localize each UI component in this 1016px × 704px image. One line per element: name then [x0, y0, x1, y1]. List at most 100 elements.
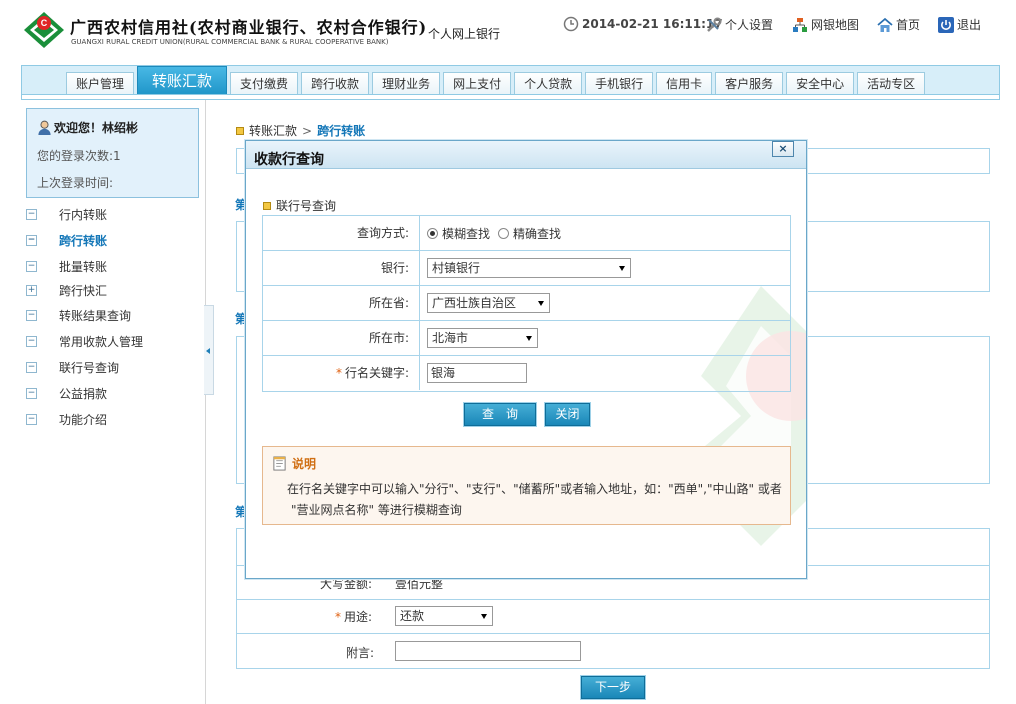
- query-form-table: 查询方式: 模糊查找 精确查找 银行: 村镇银行 所在省: 广西壮族自治区 所在…: [262, 215, 791, 392]
- login-count: 您的登录次数:1: [37, 149, 121, 163]
- purpose-label: * 用途:: [335, 610, 373, 624]
- note-input[interactable]: [395, 641, 581, 661]
- query-button[interactable]: 查 询: [463, 402, 537, 427]
- purpose-select-value: 还款: [400, 609, 425, 623]
- nav-tab-6[interactable]: 个人贷款: [514, 72, 583, 96]
- bullet-icon: [263, 201, 271, 210]
- main-nav: 账户管理 转账汇款 支付缴费 跨行收款 理财业务 网上支付 个人贷款 手机银行 信用卡 客户服务安…: [21, 65, 1000, 100]
- next-step-button[interactable]: 下一步: [580, 675, 646, 700]
- radio-exact[interactable]: [498, 227, 510, 239]
- keyword-label: * 行名关键字:: [335, 366, 409, 380]
- nav-tab-10[interactable]: 安全中心: [786, 72, 855, 96]
- note-icon: [273, 456, 286, 471]
- sidebar-item-label: 功能介绍: [59, 412, 108, 427]
- province-select[interactable]: 广西壮族自治区: [427, 293, 550, 313]
- keyword-row: * 行名关键字: 银海: [263, 356, 790, 391]
- bank-name-en: GUANGXI RURAL CREDIT UNION(RURAL COMMERC…: [71, 38, 389, 46]
- sidebar-item-label: 联行号查询: [59, 360, 120, 375]
- breadcrumb-separator: >: [302, 123, 313, 138]
- collapse-icon[interactable]: −: [26, 387, 37, 399]
- dialog-section-title: 联行号查询: [263, 197, 336, 214]
- bullet-icon: [236, 126, 244, 135]
- nav-tabs: 账户管理 转账汇款 支付缴费 跨行收款 理财业务 网上支付 个人贷款 手机银行 信用卡 客户服务安…: [22, 66, 999, 96]
- expand-icon[interactable]: +: [26, 284, 37, 296]
- page-header: C 广西农村信用社(农村商业银行、农村合作银行) GUANGXI RURAL C…: [0, 0, 1016, 62]
- svg-text:C: C: [41, 18, 48, 28]
- home-link[interactable]: 首页: [877, 16, 920, 33]
- sidebar-item-6[interactable]: − 联行号查询: [26, 357, 201, 377]
- home-icon: [877, 17, 893, 32]
- collapse-icon[interactable]: −: [26, 361, 37, 373]
- sidebar-item-5[interactable]: − 常用收款人管理: [26, 331, 201, 351]
- radio-fuzzy-label[interactable]: 模糊查找: [442, 225, 490, 242]
- sidebar-item-label: 公益捐款: [59, 386, 108, 401]
- sitemap-link[interactable]: 网银地图: [792, 16, 859, 33]
- sidebar-item-label: 转账结果查询: [59, 308, 132, 323]
- nav-tab-11[interactable]: 活动专区: [857, 72, 926, 96]
- collapse-icon[interactable]: −: [26, 234, 37, 246]
- city-select[interactable]: 北海市: [427, 328, 538, 348]
- city-select-value: 北海市: [432, 331, 469, 345]
- chevron-down-icon: [619, 266, 625, 271]
- nav-tab-7[interactable]: 手机银行: [585, 72, 654, 96]
- power-icon: [938, 16, 954, 33]
- logout-label: 退出: [957, 18, 982, 32]
- sidebar-item-0[interactable]: − 行内转账: [26, 204, 201, 224]
- query-mode-options: 模糊查找 精确查找: [427, 216, 561, 250]
- sidebar-item-8[interactable]: − 功能介绍: [26, 409, 201, 429]
- sidebar-item-label: 行内转账: [59, 207, 108, 222]
- note-line-1: 在行名关键字中可以输入"分行"、"支行"、"储蓄所"或者输入地址，如："西单",…: [287, 482, 782, 496]
- personal-settings-link[interactable]: 个人设置: [706, 16, 773, 33]
- purpose-select[interactable]: 还款: [395, 606, 493, 626]
- chevron-down-icon: [526, 336, 532, 341]
- nav-tab-1[interactable]: 转账汇款: [137, 66, 228, 96]
- keyword-label-text: 行名关键字:: [344, 366, 409, 380]
- sidebar-item-2[interactable]: − 批量转账: [26, 256, 201, 276]
- breadcrumb-current: 跨行转账: [317, 124, 366, 138]
- sidebar-item-1[interactable]: − 跨行转账: [26, 230, 201, 250]
- radio-exact-label[interactable]: 精确查找: [513, 225, 561, 242]
- nav-tab-0[interactable]: 账户管理: [66, 72, 135, 96]
- bank-select[interactable]: 村镇银行: [427, 258, 631, 278]
- nav-tab-8[interactable]: 信用卡: [656, 72, 713, 96]
- user-icon: [38, 120, 51, 135]
- province-select-value: 广西壮族自治区: [432, 296, 517, 310]
- sidebar-collapse-handle[interactable]: [204, 305, 214, 395]
- query-mode-label: 查询方式:: [356, 226, 409, 240]
- note-title-text: 说明: [292, 457, 317, 471]
- nav-tab-5[interactable]: 网上支付: [443, 72, 512, 96]
- nav-tab-9[interactable]: 客户服务: [715, 72, 784, 96]
- logout-link[interactable]: 退出: [938, 16, 981, 33]
- collapse-icon[interactable]: −: [26, 208, 37, 220]
- collapse-icon[interactable]: −: [26, 413, 37, 425]
- bank-query-dialog: 收款行查询 × 联行号查询 查询方式: 模糊查找 精确查找 银行: 村镇银行 所…: [245, 140, 807, 579]
- collapse-icon[interactable]: −: [26, 309, 37, 321]
- keyword-input[interactable]: 银海: [427, 363, 527, 383]
- nav-tab-2[interactable]: 支付缴费: [230, 72, 299, 96]
- city-row: 所在市: 北海市: [263, 321, 790, 356]
- bank-select-value: 村镇银行: [432, 261, 481, 275]
- sidebar-item-3[interactable]: + 跨行快汇: [26, 280, 201, 300]
- radio-fuzzy[interactable]: [427, 227, 438, 239]
- clock-icon: [563, 16, 579, 32]
- welcome-text: 欢迎您！林绍彬: [54, 121, 139, 135]
- dialog-title: 收款行查询: [254, 152, 324, 168]
- breadcrumb-parent[interactable]: 转账汇款: [249, 122, 297, 139]
- note-label: 附言:: [346, 646, 375, 660]
- sidebar-item-label: 跨行快汇: [59, 283, 108, 298]
- nav-tab-3[interactable]: 跨行收款: [301, 72, 370, 96]
- sidebar-item-4[interactable]: − 转账结果查询: [26, 305, 201, 325]
- dialog-close-btn[interactable]: 关闭: [544, 402, 591, 427]
- breadcrumb: 转账汇款 > 跨行转账: [236, 122, 365, 139]
- dialog-section-label: 联行号查询: [276, 199, 337, 213]
- sidebar-item-7[interactable]: − 公益捐款: [26, 383, 201, 403]
- welcome-title: 欢迎您！林绍彬: [37, 119, 138, 136]
- welcome-box: 欢迎您！林绍彬 您的登录次数:1 上次登录时间:: [26, 108, 199, 198]
- nav-tab-4[interactable]: 理财业务: [372, 72, 441, 96]
- home-label: 首页: [896, 18, 921, 32]
- province-row: 所在省: 广西壮族自治区: [263, 286, 790, 321]
- collapse-icon[interactable]: −: [26, 335, 37, 347]
- collapse-icon[interactable]: −: [26, 260, 37, 272]
- province-label: 所在省:: [368, 296, 409, 310]
- dialog-close-button[interactable]: ×: [772, 141, 794, 157]
